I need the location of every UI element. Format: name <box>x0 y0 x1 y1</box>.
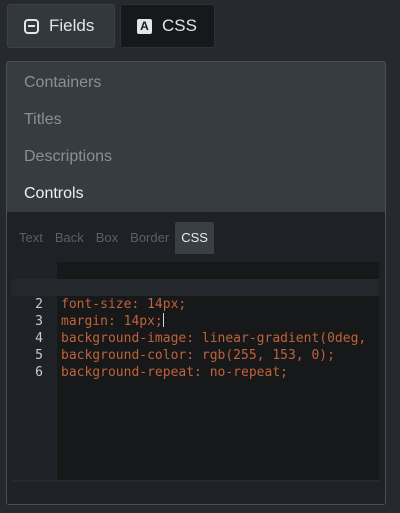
sub-tab-back[interactable]: Back <box>49 222 90 254</box>
line-number: 6 <box>35 365 43 380</box>
menu-item-controls[interactable]: Controls <box>7 175 385 212</box>
code-line-current[interactable]: 2 margin: 14px; <box>11 279 379 329</box>
code-line[interactable]: 1 font-size: 14px; <box>11 262 379 312</box>
menu-item-descriptions[interactable]: Descriptions <box>7 138 385 175</box>
mode-tabs: Fields A CSS <box>7 4 215 48</box>
menu-item-titles[interactable]: Titles <box>7 101 385 138</box>
sub-tab-css[interactable]: CSS <box>175 222 214 254</box>
horizontal-scrollbar[interactable] <box>11 480 379 482</box>
code-line[interactable]: 4 background-color: rgb(255, 153, 0); <box>11 313 379 363</box>
css-code-editor[interactable]: 1 font-size: 14px; 2 margin: 14px; 3 bac… <box>11 262 379 481</box>
style-target-menu: Containers Titles Descriptions Controls <box>7 64 385 212</box>
code-text[interactable]: background-repeat: no-repeat; <box>61 364 288 381</box>
sub-tab-box[interactable]: Box <box>90 222 124 254</box>
code-line[interactable]: 3 background-image: linear-gradient(0deg… <box>11 296 379 346</box>
sub-tab-text[interactable]: Text <box>13 222 49 254</box>
code-line[interactable]: 6 <box>11 347 379 380</box>
sub-tab-border[interactable]: Border <box>124 222 175 254</box>
form-field-icon <box>24 18 39 34</box>
tab-css[interactable]: A CSS <box>120 4 215 48</box>
style-sub-tabs: Text Back Box Border CSS <box>13 222 214 254</box>
menu-item-containers[interactable]: Containers <box>7 64 385 101</box>
style-editor: Text Back Box Border CSS 1 font-size: 14… <box>7 212 385 504</box>
tab-fields[interactable]: Fields <box>7 4 115 48</box>
code-line[interactable]: 5 background-repeat: no-repeat; <box>11 330 379 380</box>
tab-fields-label: Fields <box>49 16 95 35</box>
tab-css-label: CSS <box>162 16 197 35</box>
css-panel: Containers Titles Descriptions Controls … <box>6 61 386 505</box>
css-font-icon: A <box>137 18 152 34</box>
